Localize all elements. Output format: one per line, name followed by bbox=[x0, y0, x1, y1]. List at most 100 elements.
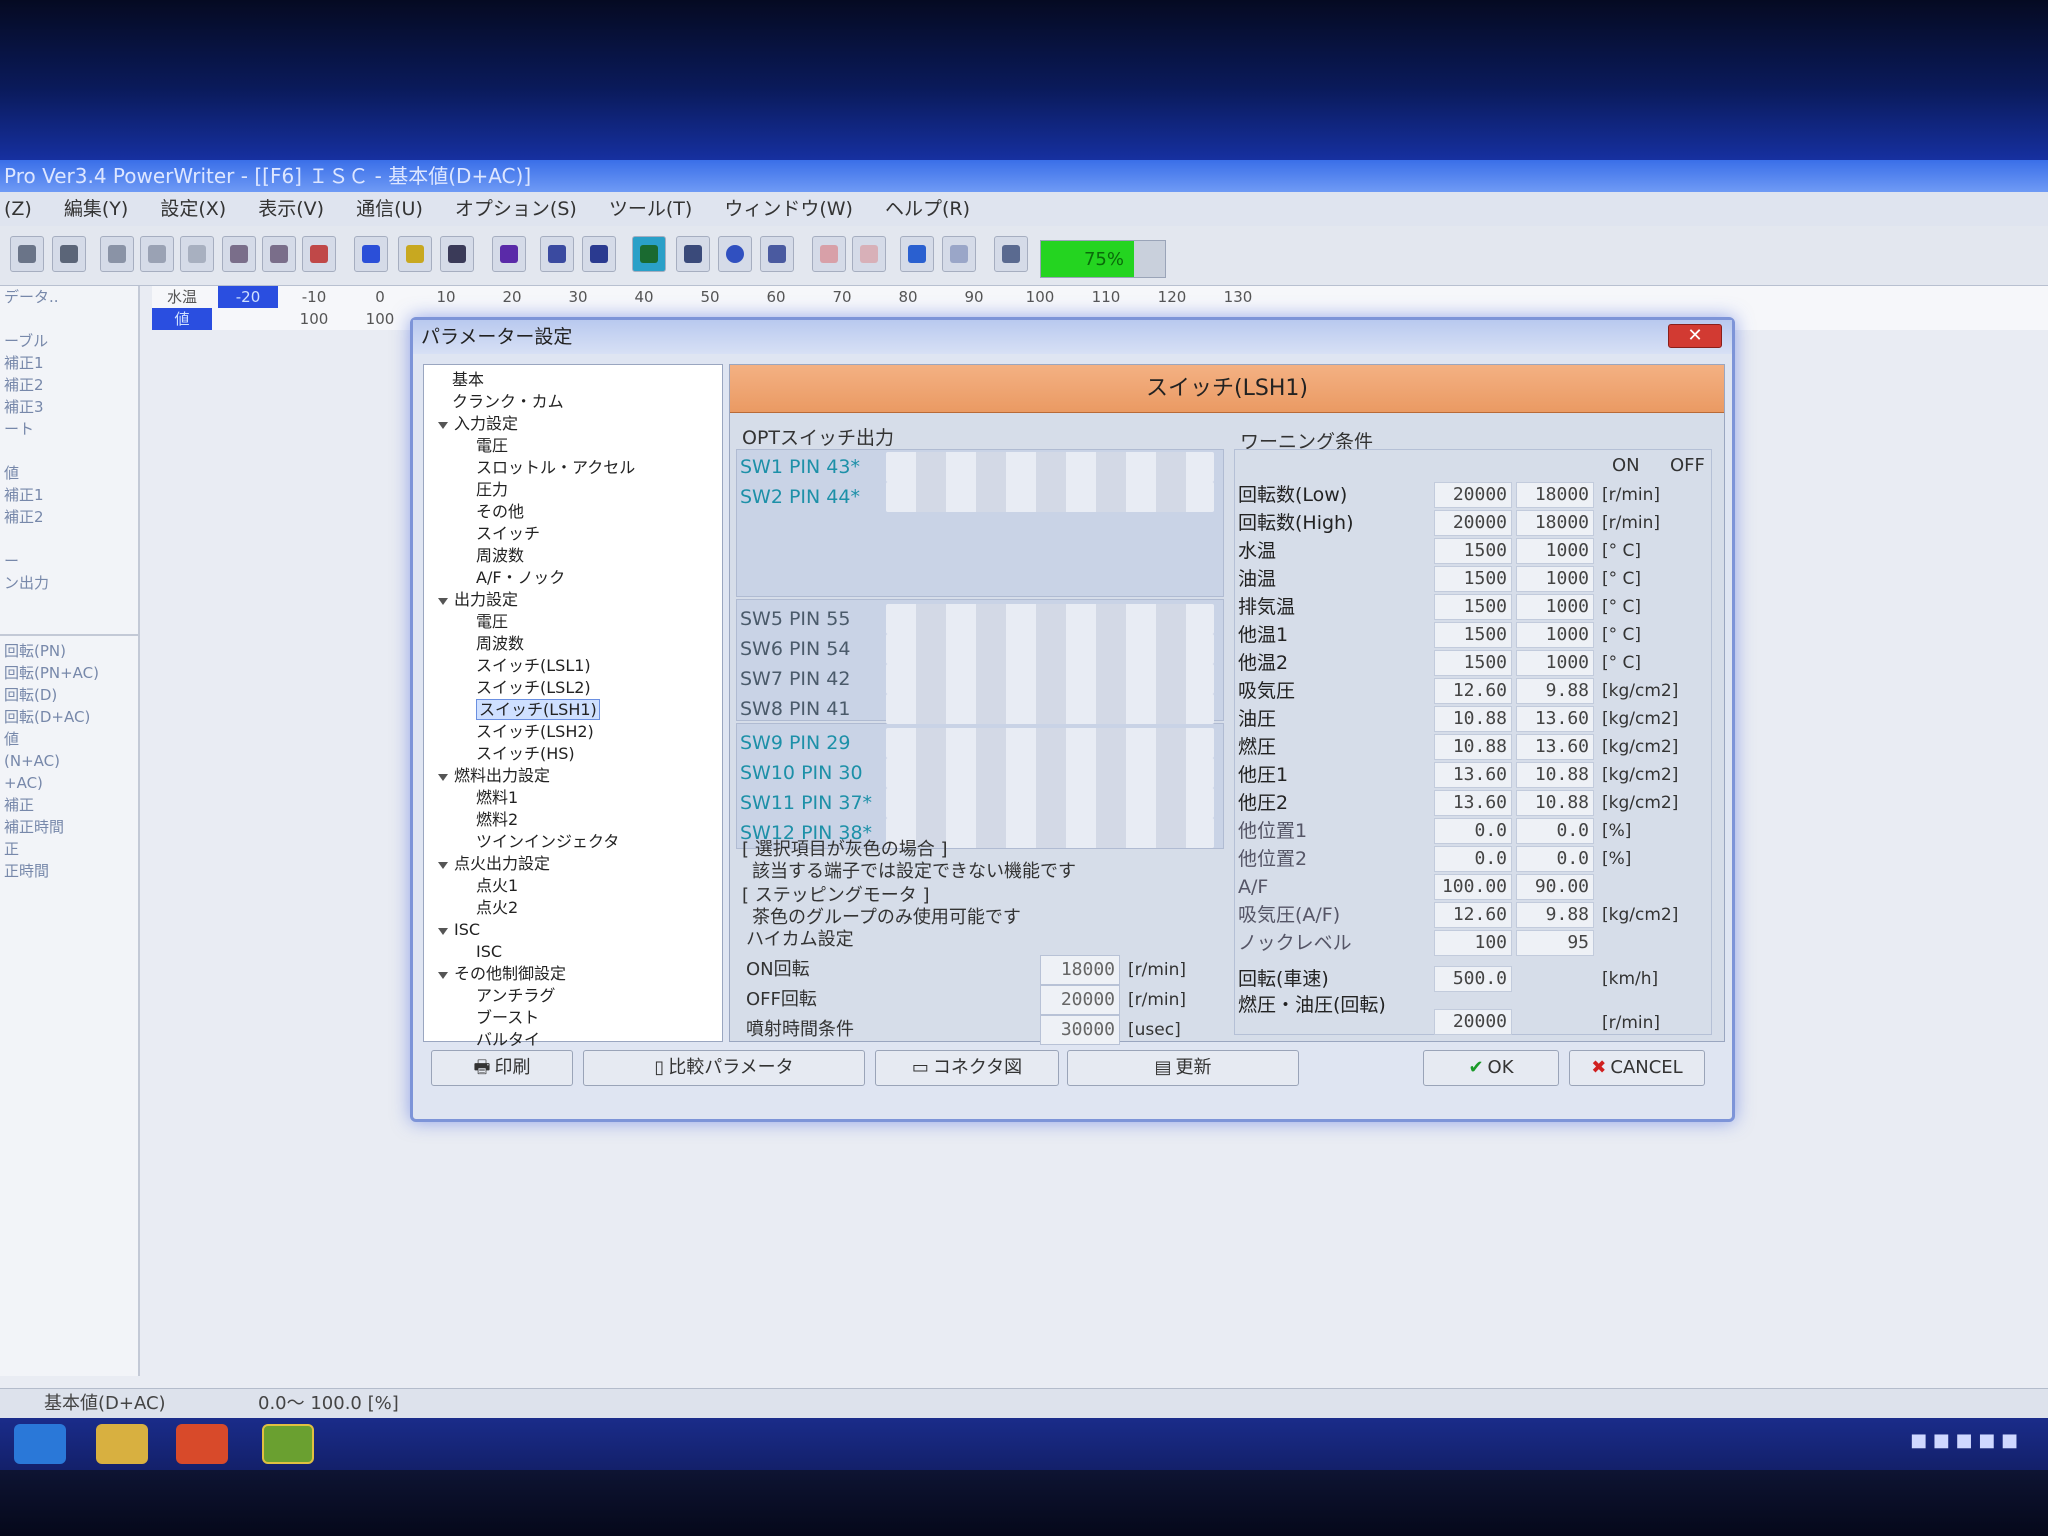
warning-on-input[interactable]: 12.60 bbox=[1434, 678, 1512, 704]
toolbar-button-sensor[interactable] bbox=[718, 236, 752, 272]
tree-item[interactable]: ツインインジェクタ bbox=[424, 831, 722, 853]
warning-on-input[interactable]: 1500 bbox=[1434, 566, 1512, 592]
switch-row[interactable]: SW2 PIN 44* bbox=[736, 479, 1224, 515]
toolbar-button-rx[interactable] bbox=[262, 236, 296, 272]
panel-item[interactable]: ーブル bbox=[0, 330, 138, 352]
tree-item[interactable]: ISC bbox=[424, 941, 722, 963]
tree-item[interactable]: スイッチ(LSL2) bbox=[424, 677, 722, 699]
toolbar-button-panel-a[interactable] bbox=[812, 236, 846, 272]
toolbar-button-display[interactable] bbox=[900, 236, 934, 272]
hicam-value-input[interactable]: 30000 bbox=[1040, 1015, 1120, 1045]
menu-item-tools[interactable]: ツール(T) bbox=[609, 198, 692, 220]
tree-item[interactable]: スロットル・アクセル bbox=[424, 457, 722, 479]
expand-arrow-icon[interactable] bbox=[438, 774, 448, 781]
switch-function-field[interactable] bbox=[886, 728, 1214, 758]
tray-ime-icon[interactable]: ■ ■ ■ ■ ■ bbox=[1910, 1430, 2018, 1451]
tree-category[interactable]: クランク・カム bbox=[424, 391, 722, 413]
toolbar-button-meter[interactable] bbox=[440, 236, 474, 272]
grid-value-cell[interactable]: 値 bbox=[152, 308, 212, 330]
grid-value-cell[interactable]: 100 bbox=[284, 308, 344, 330]
tree-item[interactable]: 圧力 bbox=[424, 479, 722, 501]
warning-off-input[interactable]: 95 bbox=[1516, 930, 1594, 956]
expand-arrow-icon[interactable] bbox=[438, 972, 448, 979]
toolbar-button-monitor[interactable] bbox=[398, 236, 432, 272]
hicam-value-input[interactable]: 18000 bbox=[1040, 955, 1120, 985]
switch-function-field[interactable] bbox=[886, 482, 1214, 512]
tree-item[interactable]: 点火2 bbox=[424, 897, 722, 919]
panel-item[interactable]: 補正3 bbox=[0, 396, 138, 418]
warning-off-input[interactable]: 0.0 bbox=[1516, 846, 1594, 872]
panel-item[interactable]: 補正2 bbox=[0, 374, 138, 396]
tree-category[interactable]: その他制御設定 bbox=[424, 963, 722, 985]
toolbar-button-write[interactable] bbox=[302, 236, 336, 272]
warning-on-input[interactable]: 1500 bbox=[1434, 622, 1512, 648]
warning-off-input[interactable]: 18000 bbox=[1516, 482, 1594, 508]
tree-item[interactable]: 点火1 bbox=[424, 875, 722, 897]
toolbar-button-data[interactable] bbox=[582, 236, 616, 272]
warning-off-input[interactable]: 9.88 bbox=[1516, 902, 1594, 928]
warning-off-input[interactable]: 0.0 bbox=[1516, 818, 1594, 844]
warning-off-input[interactable]: 1000 bbox=[1516, 650, 1594, 676]
menu-item-view[interactable]: 表示(V) bbox=[258, 198, 324, 220]
tree-item[interactable]: アンチラグ bbox=[424, 985, 722, 1007]
menu-item-settings[interactable]: 設定(X) bbox=[160, 198, 226, 220]
panel-item[interactable]: 補正1 bbox=[0, 352, 138, 374]
tree-item[interactable]: A/F・ノック bbox=[424, 567, 722, 589]
warning-off-input[interactable]: 13.60 bbox=[1516, 734, 1594, 760]
tree-category[interactable]: 基本 bbox=[424, 369, 722, 391]
panel-item[interactable]: 補正2 bbox=[0, 506, 138, 528]
menu-item-z[interactable]: (Z) bbox=[4, 198, 32, 220]
panel-item[interactable]: (N+AC) bbox=[0, 750, 138, 772]
warning-off-input[interactable]: 1000 bbox=[1516, 594, 1594, 620]
menu-item-edit[interactable]: 編集(Y) bbox=[64, 198, 128, 220]
warning-on-input[interactable]: 1500 bbox=[1434, 538, 1512, 564]
warning-on-input[interactable]: 20000 bbox=[1434, 510, 1512, 536]
expand-arrow-icon[interactable] bbox=[438, 422, 448, 429]
warning-on-input[interactable]: 10.88 bbox=[1434, 734, 1512, 760]
tree-item[interactable]: 周波数 bbox=[424, 545, 722, 567]
tree-item[interactable]: 電圧 bbox=[424, 435, 722, 457]
switch-row[interactable]: SW8 PIN 41 bbox=[736, 691, 1224, 727]
tree-item[interactable]: スイッチ bbox=[424, 523, 722, 545]
panel-item[interactable]: 値 bbox=[0, 728, 138, 750]
switch-function-field[interactable] bbox=[886, 634, 1214, 664]
panel-item[interactable]: 回転(PN) bbox=[0, 640, 138, 662]
toolbar-button-window[interactable] bbox=[676, 236, 710, 272]
tree-item[interactable]: スイッチ(LSH2) bbox=[424, 721, 722, 743]
warning-on-input[interactable]: 0.0 bbox=[1434, 846, 1512, 872]
tree-item[interactable]: スイッチ(LSH1) bbox=[424, 699, 722, 721]
menu-item-window[interactable]: ウィンドウ(W) bbox=[724, 198, 853, 220]
toolbar-button-warning[interactable] bbox=[760, 236, 794, 272]
expand-arrow-icon[interactable] bbox=[438, 598, 448, 605]
toolbar-button-open[interactable] bbox=[10, 236, 44, 272]
panel-item[interactable]: 値 bbox=[0, 462, 138, 484]
panel-item[interactable]: ー bbox=[0, 550, 138, 572]
warning-off-input[interactable]: 1000 bbox=[1516, 566, 1594, 592]
explorer-icon[interactable] bbox=[96, 1424, 148, 1464]
toolbar-button-paste[interactable] bbox=[180, 236, 214, 272]
panel-item[interactable]: 正時間 bbox=[0, 860, 138, 882]
panel-item[interactable] bbox=[0, 440, 138, 462]
toolbar-button-shield[interactable] bbox=[942, 236, 976, 272]
speed-input[interactable]: 500.0 bbox=[1434, 966, 1512, 992]
toolbar-button-copy[interactable] bbox=[140, 236, 174, 272]
tree-item[interactable]: 周波数 bbox=[424, 633, 722, 655]
tree-category[interactable]: 出力設定 bbox=[424, 589, 722, 611]
menu-item-help[interactable]: ヘルプ(R) bbox=[885, 198, 970, 220]
panel-item[interactable] bbox=[0, 308, 138, 330]
ok-button[interactable]: ✔ OK bbox=[1423, 1050, 1559, 1086]
expand-arrow-icon[interactable] bbox=[438, 928, 448, 935]
tree-item[interactable]: その他 bbox=[424, 501, 722, 523]
panel-item[interactable]: 回転(D+AC) bbox=[0, 706, 138, 728]
warning-on-input[interactable]: 1500 bbox=[1434, 594, 1512, 620]
warning-off-input[interactable]: 10.88 bbox=[1516, 762, 1594, 788]
panel-item[interactable]: ート bbox=[0, 418, 138, 440]
warning-on-input[interactable]: 100.00 bbox=[1434, 874, 1512, 900]
panel-item[interactable]: 正 bbox=[0, 838, 138, 860]
powerwriter-task-icon[interactable] bbox=[262, 1424, 314, 1464]
panel-item[interactable]: 補正時間 bbox=[0, 816, 138, 838]
hicam-value-input[interactable]: 20000 bbox=[1040, 985, 1120, 1015]
media-player-icon[interactable] bbox=[176, 1424, 228, 1464]
tree-item[interactable]: スイッチ(LSL1) bbox=[424, 655, 722, 677]
switch-function-field[interactable] bbox=[886, 664, 1214, 694]
